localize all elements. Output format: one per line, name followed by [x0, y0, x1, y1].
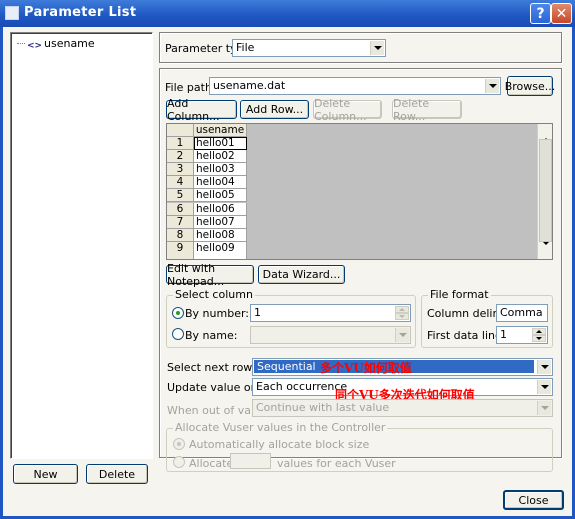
grid-cell[interactable]: hello05	[194, 189, 247, 203]
auto-allocate-radio[interactable]	[173, 438, 185, 450]
grid-cell[interactable]: hello02	[194, 150, 247, 164]
help-icon: ?	[536, 5, 545, 22]
title-bar: Parameter List ? ✕	[0, 0, 575, 27]
parameter-tree[interactable]: <> usename	[10, 32, 153, 459]
grid-cell[interactable]	[194, 254, 247, 259]
delete-column-button[interactable]: Delete Column...	[313, 97, 382, 123]
window-close-button[interactable]: ✕	[551, 3, 572, 24]
grid-row-header[interactable]: 3	[167, 163, 194, 177]
grid-row-header[interactable]: 8	[167, 228, 194, 242]
by-name-radio[interactable]	[172, 328, 184, 340]
grid-row-header[interactable]: 5	[167, 189, 194, 203]
grid-cell[interactable]: hello07	[194, 215, 247, 229]
allocate-radio[interactable]	[173, 456, 185, 468]
first-data-line-input[interactable]: 1	[496, 326, 548, 344]
file-path-value: usename.dat	[213, 79, 286, 92]
grid-scrollbar[interactable]	[537, 124, 552, 259]
grid-column-header[interactable]: usename	[194, 124, 247, 137]
edit-with-notepad-button[interactable]: Edit with Notepad...	[166, 262, 254, 288]
scroll-thumb[interactable]	[539, 139, 552, 242]
add-column-button[interactable]: Add Column...	[166, 97, 237, 123]
data-wizard-button[interactable]: Data Wizard...	[258, 265, 345, 284]
update-value-label: Update value on:	[167, 381, 262, 394]
allocate-count-input[interactable]	[230, 453, 271, 469]
grid-row-header[interactable]: 2	[167, 150, 194, 164]
grid-row-header[interactable]: 7	[167, 215, 194, 229]
grid-row-header[interactable]: 6	[167, 202, 194, 216]
tree-item-usename[interactable]: <> usename	[17, 37, 95, 50]
first-data-line-spinner[interactable]	[532, 328, 546, 343]
add-row-button[interactable]: Add Row...	[240, 100, 309, 119]
allocate-group-title: Allocate Vuser values in the Controller	[173, 421, 388, 434]
first-data-line-value: 1	[500, 328, 507, 341]
chevron-down-icon	[537, 380, 551, 394]
file-path-select[interactable]: usename.dat	[209, 77, 501, 95]
window-title: Parameter List	[24, 5, 137, 20]
close-icon: ✕	[555, 5, 568, 22]
parameter-type-value: File	[236, 41, 255, 54]
update-value-value: Each occurrence	[256, 380, 348, 393]
auto-allocate-label: Automatically allocate block size	[189, 438, 370, 451]
out-of-values-value: Continue with last value	[256, 401, 390, 414]
chevron-down-icon	[537, 401, 551, 415]
grid-cell[interactable]: hello04	[194, 176, 247, 190]
by-name-select[interactable]	[250, 326, 411, 344]
parameter-type-select[interactable]: File	[232, 39, 386, 57]
scroll-down-icon[interactable]	[539, 245, 552, 258]
grid-row-header[interactable]: 4	[167, 176, 194, 190]
annotation-multiple-vusers: 多个VU如何取值	[320, 361, 412, 375]
svg-text:<>: <>	[27, 41, 41, 49]
grid-cell[interactable]: hello06	[194, 202, 247, 216]
new-button[interactable]: New	[13, 464, 78, 484]
grid-cell[interactable]: hello01	[194, 137, 247, 150]
tree-item-label: usename	[44, 37, 95, 50]
select-column-title: Select column	[173, 288, 255, 301]
first-data-line-label: First data line:	[427, 329, 506, 342]
by-number-value: 1	[254, 306, 261, 319]
grid-row-header[interactable]: 9	[167, 241, 194, 255]
grid-row-header	[167, 254, 194, 259]
by-number-spinner[interactable]	[395, 306, 409, 321]
by-number-label: By number:	[185, 307, 249, 320]
chevron-down-icon	[395, 328, 409, 342]
chevron-down-icon	[537, 360, 551, 374]
browse-button[interactable]: Browse...	[505, 76, 555, 96]
grid-cell[interactable]: hello08	[194, 228, 247, 242]
grid-cell[interactable]: hello09	[194, 241, 247, 255]
by-name-label: By name:	[185, 329, 238, 342]
chevron-down-icon	[370, 41, 384, 55]
by-number-radio[interactable]	[172, 307, 184, 319]
parameter-icon: <>	[27, 41, 41, 49]
allocate-suffix-label: values for each Vuser	[277, 457, 396, 470]
delete-button[interactable]: Delete	[86, 464, 148, 484]
data-grid[interactable]: usename 1 hello01 2 hello02 3 hello03 4 hello04…	[166, 123, 553, 260]
out-of-values-select[interactable]: Continue with last value	[252, 399, 553, 417]
help-button[interactable]: ?	[530, 3, 551, 24]
column-delimiter-input[interactable]: Comma	[496, 304, 548, 322]
file-format-title: File format	[428, 288, 491, 301]
app-icon	[5, 6, 19, 20]
by-number-input[interactable]: 1	[250, 304, 411, 322]
allocate-label: Allocate	[189, 457, 234, 470]
grid-row-header[interactable]: 1	[167, 137, 194, 150]
select-next-row-label: Select next row:	[167, 361, 256, 374]
grid-corner	[167, 124, 194, 137]
delete-row-button[interactable]: Delete Row...	[392, 97, 462, 123]
chevron-down-icon	[485, 79, 499, 93]
grid-cell[interactable]: hello03	[194, 163, 247, 177]
scroll-up-icon[interactable]	[539, 125, 552, 138]
close-button[interactable]: Close	[503, 490, 564, 510]
